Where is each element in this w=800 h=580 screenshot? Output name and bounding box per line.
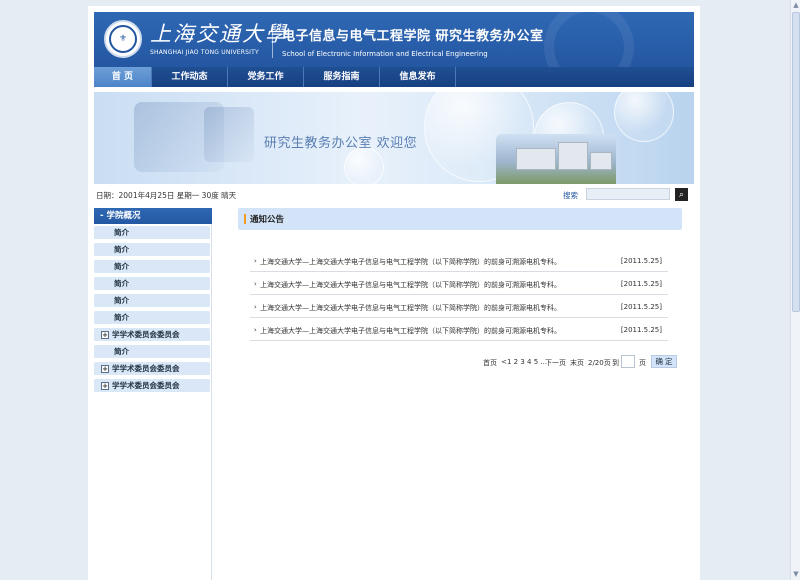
sidebar-item-intro[interactable]: 简介: [94, 294, 210, 308]
news-list-item[interactable]: › 上海交通大学—上海交通大学电子信息与电气工程学院（以下简称学院）的前身可溯源…: [250, 250, 668, 272]
sidebar-header[interactable]: - 学院概况: [94, 208, 212, 224]
news-date: [2011.5.25]: [620, 326, 662, 334]
pager-goto-input[interactable]: [621, 355, 635, 368]
sidebar-item-intro[interactable]: 简介: [94, 243, 210, 257]
pager-last-link[interactable]: 末页: [570, 358, 584, 368]
expand-plus-icon[interactable]: +: [101, 331, 109, 339]
news-date: [2011.5.25]: [620, 257, 662, 265]
date-weather-text: 日期：2001年4月25日 星期一 30度 晴天: [96, 191, 237, 200]
school-name-cn: 电子信息与电气工程学院 研究生教务办公室: [282, 29, 544, 44]
news-list-item[interactable]: › 上海交通大学—上海交通大学电子信息与电气工程学院（以下简称学院）的前身可溯源…: [250, 319, 668, 341]
pager-page-info: 2/20页: [588, 359, 611, 367]
university-name-cn: 上海交通大學: [150, 22, 288, 46]
sidebar-item-label: 学学术委员会委员会: [112, 330, 180, 339]
info-bar: 日期：2001年4月25日 星期一 30度 晴天 搜索 ⌕: [96, 188, 692, 202]
sidebar-item-intro[interactable]: 简介: [94, 345, 210, 359]
sidebar-item-label: 学学术委员会委员会: [112, 364, 180, 373]
bullet-arrow-icon: ›: [254, 303, 257, 311]
banner-campus-image: [496, 134, 616, 184]
bullet-arrow-icon: ›: [254, 326, 257, 334]
scroll-thumb[interactable]: [792, 12, 800, 312]
bullet-arrow-icon: ›: [254, 257, 257, 265]
school-name-en: School of Electronic Information and Ele…: [282, 50, 488, 58]
expand-plus-icon[interactable]: +: [101, 382, 109, 390]
search-icon[interactable]: ⌕: [675, 188, 688, 201]
pager-page-numbers[interactable]: 1 2 3 4 5 ...: [507, 358, 547, 366]
sidebar-item-committee[interactable]: + 学学术委员会委员会: [94, 379, 210, 393]
news-title-link[interactable]: 上海交通大学—上海交通大学电子信息与电气工程学院（以下简称学院）的前身可溯源电机…: [260, 280, 561, 290]
news-date: [2011.5.25]: [620, 303, 662, 311]
pagination: 首页 < 1 2 3 4 5 ... 下一页 末页 2/20页 到 页 确 定: [483, 355, 683, 369]
nav-item-work-news[interactable]: 工作动态: [152, 67, 228, 87]
expand-plus-icon[interactable]: +: [101, 365, 109, 373]
sidebar-item-intro[interactable]: 简介: [94, 226, 210, 240]
main-nav: 首 页 工作动态 党务工作 服务指南 信息发布: [94, 67, 694, 87]
pager-page-unit: 页: [639, 359, 646, 367]
sidebar-item-label: 学学术委员会委员会: [112, 381, 180, 390]
page-container: ⚜ 上海交通大學 SHANGHAI JIAO TONG UNIVERSITY 电…: [88, 6, 700, 580]
site-header: ⚜ 上海交通大學 SHANGHAI JIAO TONG UNIVERSITY 电…: [94, 12, 694, 67]
search-label: 搜索: [563, 191, 578, 200]
scroll-up-arrow-icon[interactable]: ▲: [792, 1, 800, 10]
sidebar-item-committee[interactable]: + 学学术委员会委员会: [94, 362, 210, 376]
section-title: 通知公告: [250, 215, 285, 225]
welcome-banner: 研究生教务办公室 欢迎您: [94, 92, 694, 184]
sidebar-item-intro[interactable]: 简介: [94, 311, 210, 325]
nav-item-home[interactable]: 首 页: [94, 67, 152, 87]
university-name-en: SHANGHAI JIAO TONG UNIVERSITY: [150, 49, 259, 56]
sidebar-item-intro[interactable]: 简介: [94, 277, 210, 291]
notice-section-header: 通知公告: [238, 208, 682, 230]
news-list-item[interactable]: › 上海交通大学—上海交通大学电子信息与电气工程学院（以下简称学院）的前身可溯源…: [250, 273, 668, 295]
university-seal-logo: ⚜: [104, 20, 142, 58]
pager-confirm-button[interactable]: 确 定: [651, 355, 677, 368]
sidebar-item-intro[interactable]: 简介: [94, 260, 210, 274]
nav-item-info-release[interactable]: 信息发布: [380, 67, 456, 87]
bullet-arrow-icon: ›: [254, 280, 257, 288]
nav-item-service-guide[interactable]: 服务指南: [304, 67, 380, 87]
news-title-link[interactable]: 上海交通大学—上海交通大学电子信息与电气工程学院（以下简称学院）的前身可溯源电机…: [260, 257, 561, 267]
header-decoration: [544, 12, 634, 67]
pager-first-link[interactable]: 首页: [483, 358, 497, 368]
banner-bubble: [344, 147, 384, 184]
header-divider: [272, 24, 273, 58]
page-scrollbar[interactable]: ▲ ▼: [790, 0, 800, 580]
news-date: [2011.5.25]: [620, 280, 662, 288]
news-list-item[interactable]: › 上海交通大学—上海交通大学电子信息与电气工程学院（以下简称学院）的前身可溯源…: [250, 296, 668, 318]
banner-people-image-2: [204, 107, 254, 162]
sidebar: - 学院概况 简介 简介 简介 简介 简介 简介 + 学学术委员会委员会 简介 …: [94, 208, 212, 580]
main-content: 通知公告 › 上海交通大学—上海交通大学电子信息与电气工程学院（以下简称学院）的…: [238, 208, 684, 580]
news-title-link[interactable]: 上海交通大学—上海交通大学电子信息与电气工程学院（以下简称学院）的前身可溯源电机…: [260, 326, 561, 336]
seal-inner-icon: ⚜: [109, 25, 137, 53]
banner-welcome-text: 研究生教务办公室 欢迎您: [264, 136, 418, 151]
nav-item-party-affairs[interactable]: 党务工作: [228, 67, 304, 87]
scroll-down-arrow-icon[interactable]: ▼: [792, 570, 800, 579]
news-title-link[interactable]: 上海交通大学—上海交通大学电子信息与电气工程学院（以下简称学院）的前身可溯源电机…: [260, 303, 561, 313]
sidebar-item-committee[interactable]: + 学学术委员会委员会: [94, 328, 210, 342]
pager-next-link[interactable]: 下一页: [545, 358, 566, 368]
pager-goto-label: 到: [612, 359, 619, 367]
section-marker: [244, 214, 246, 224]
pager-prev-link[interactable]: <: [501, 358, 507, 366]
banner-bubble: [614, 92, 674, 142]
search-input[interactable]: [586, 188, 670, 200]
